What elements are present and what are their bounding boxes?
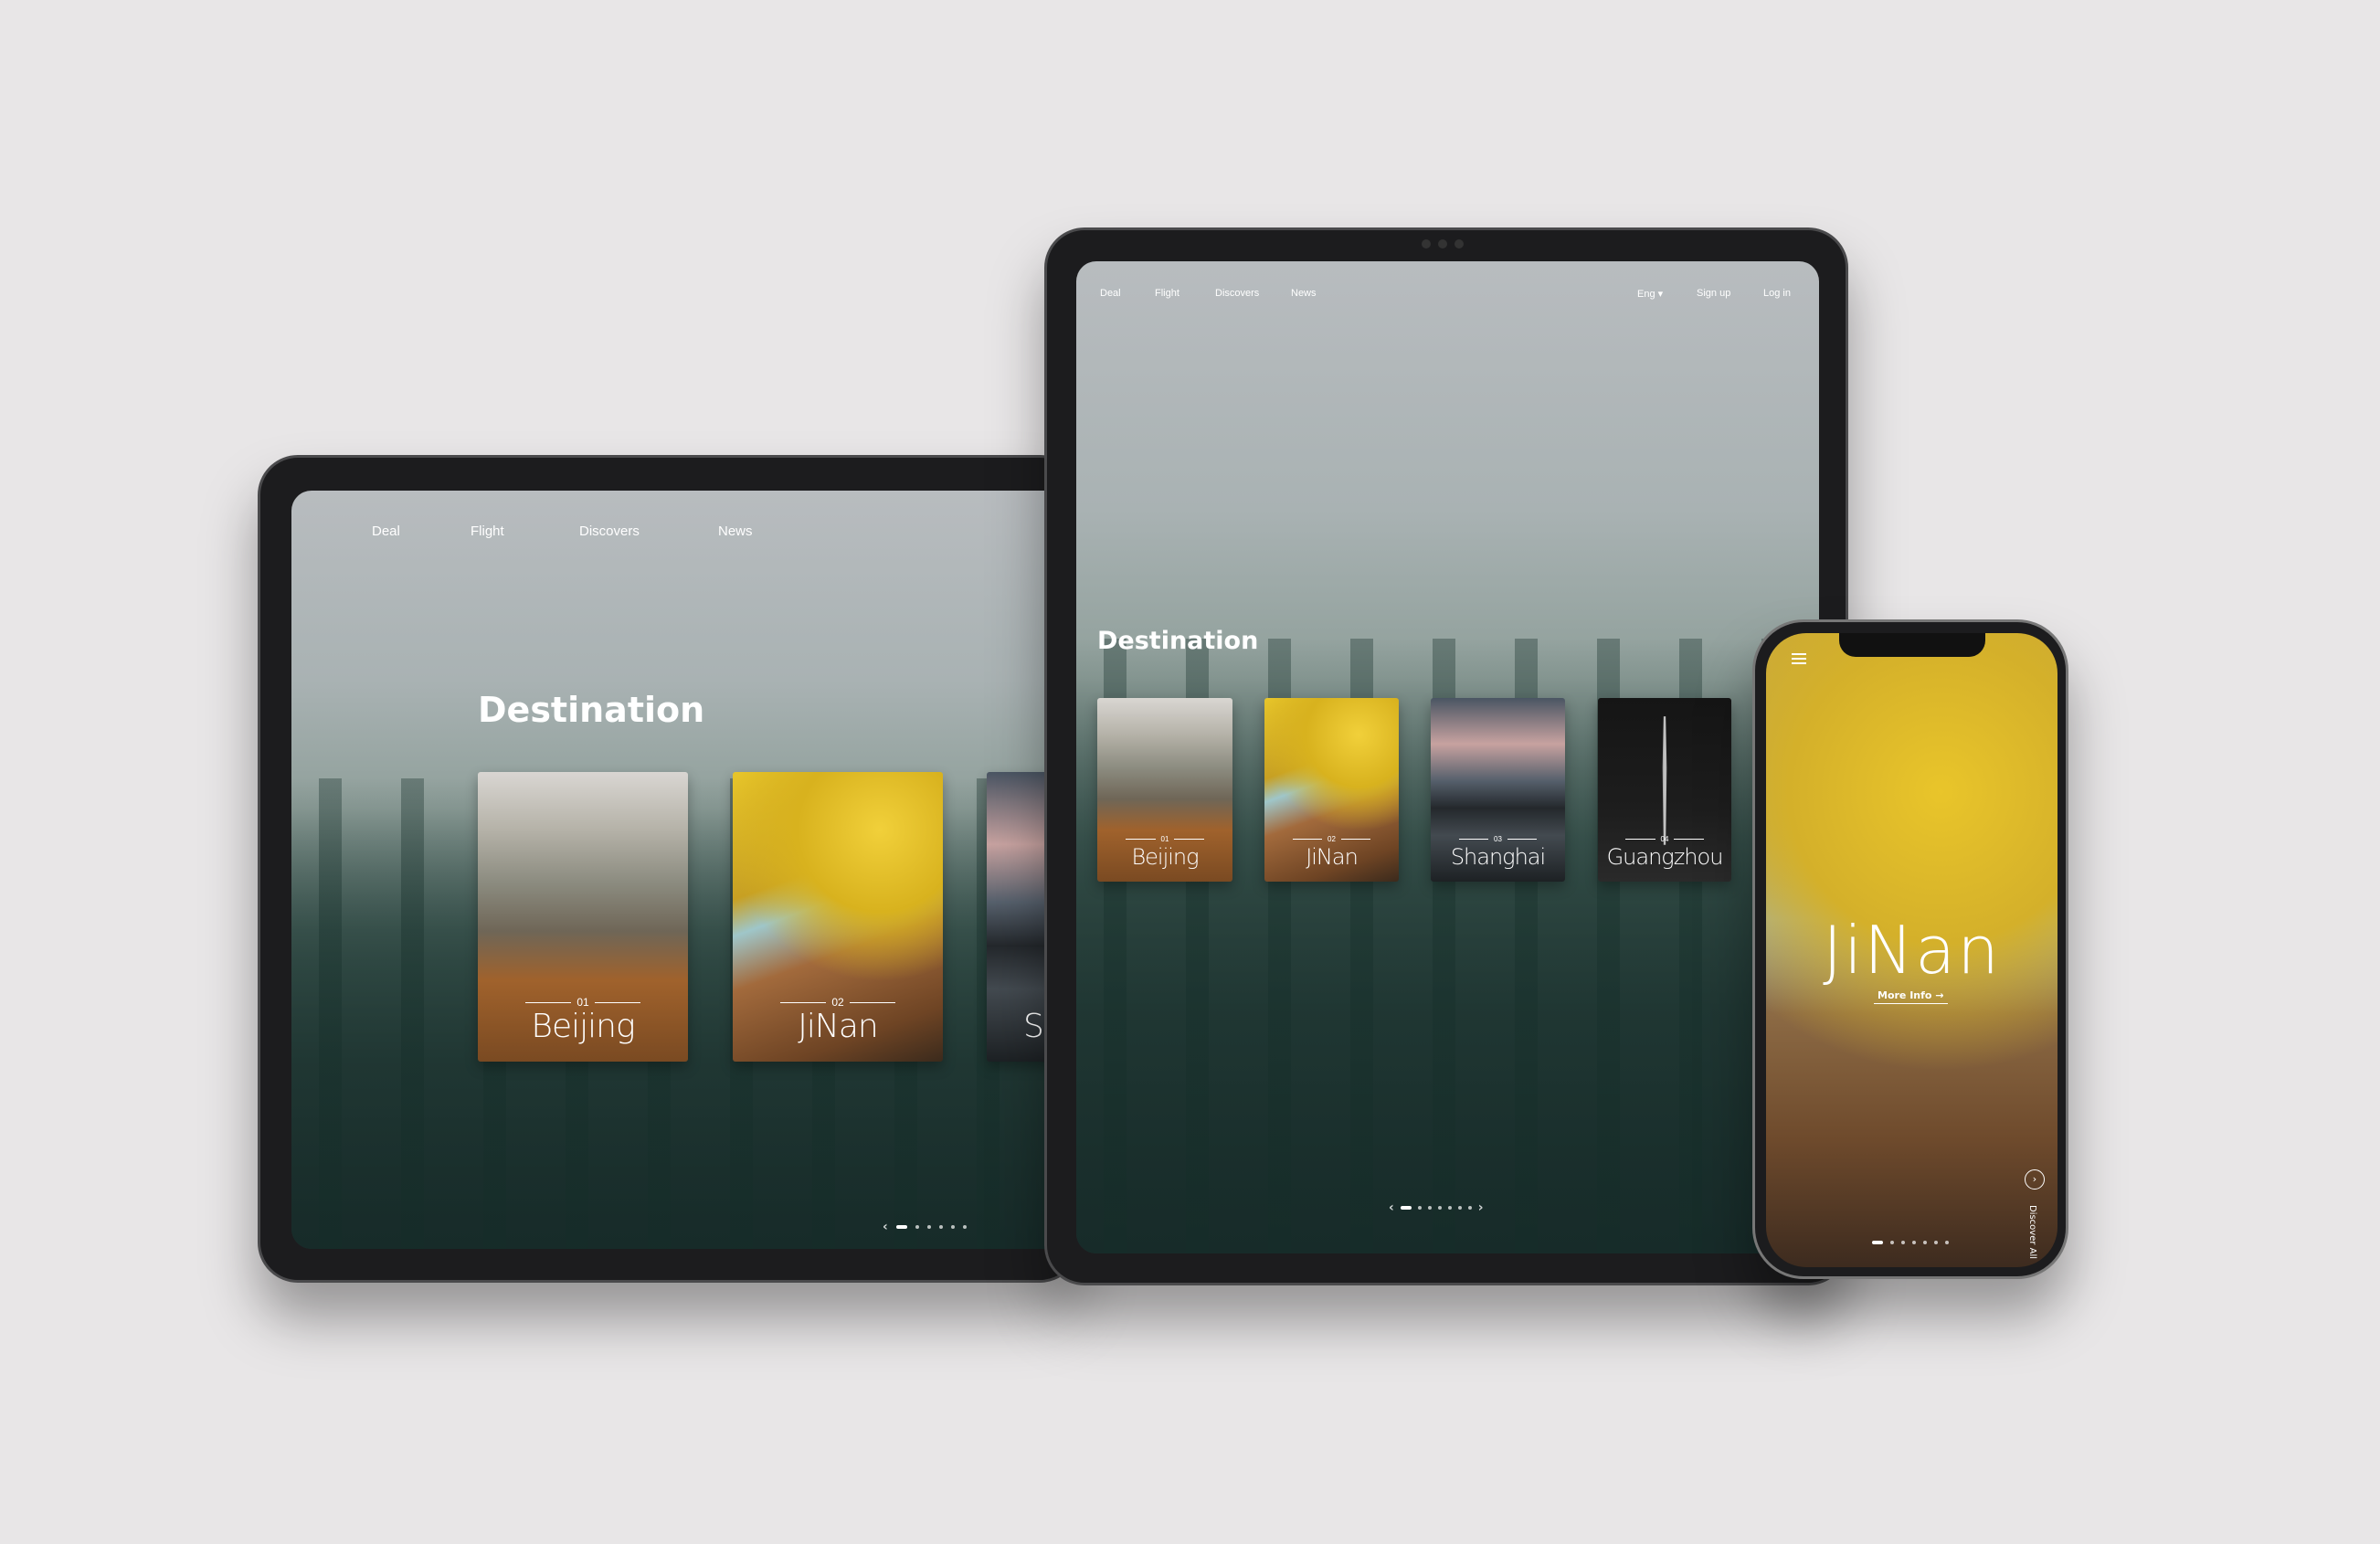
destination-card-guangzhou[interactable]: 04 Guangzhou: [1598, 698, 1731, 882]
card-city: Beijing: [531, 1008, 635, 1045]
nav-news[interactable]: News: [1291, 288, 1317, 299]
notch: [1839, 633, 1985, 657]
card-number: 01: [478, 996, 688, 1009]
nav-discovers[interactable]: Discovers: [1215, 288, 1259, 299]
nav-news[interactable]: News: [718, 523, 753, 539]
destination-card-shanghai[interactable]: 03 Shanghai: [1431, 698, 1565, 882]
pager-dot[interactable]: [1901, 1241, 1905, 1244]
pager-dot[interactable]: [1890, 1241, 1894, 1244]
phone-screen: JiNan More Info → › Discover All: [1766, 633, 2057, 1267]
pager-dot[interactable]: [1923, 1241, 1927, 1244]
nav-deal[interactable]: Deal: [372, 523, 400, 539]
pager-dot[interactable]: [1457, 1206, 1462, 1210]
language-dropdown[interactable]: Eng ▾: [1637, 288, 1663, 300]
prev-arrow[interactable]: ‹: [883, 1220, 888, 1234]
nav-deal[interactable]: Deal: [1100, 288, 1121, 299]
carousel-pager[interactable]: ‹ ›: [1389, 1200, 1484, 1215]
carousel-pager[interactable]: ‹: [883, 1220, 967, 1234]
card-number: 02: [1264, 835, 1399, 843]
pager-dot[interactable]: [926, 1225, 931, 1229]
pager-dot[interactable]: [1437, 1206, 1442, 1210]
login-link[interactable]: Log in: [1763, 288, 1791, 299]
pager-dot[interactable]: [1417, 1206, 1422, 1210]
card-city: Shanghai: [1450, 844, 1546, 870]
carousel-pager[interactable]: [1872, 1241, 1949, 1244]
nav-flight[interactable]: Flight: [471, 523, 504, 539]
prev-arrow[interactable]: ‹: [1389, 1200, 1394, 1215]
page-title: Destination: [478, 690, 705, 730]
pager-dot[interactable]: [895, 1225, 907, 1229]
card-city: Guangzhou: [1606, 844, 1724, 870]
main-tablet-screen: Deal Flight Discovers News Eng ▾ Sign up…: [1076, 261, 1819, 1253]
hamburger-icon[interactable]: [1792, 653, 1806, 664]
more-info-link[interactable]: More Info →: [1874, 989, 1948, 1004]
camera-icon: [1422, 239, 1476, 249]
pager-dot[interactable]: [1400, 1206, 1412, 1210]
card-number: 01: [1097, 835, 1232, 843]
nav-flight[interactable]: Flight: [1155, 288, 1179, 299]
card-number: 03: [1431, 835, 1565, 843]
tower-image: [1662, 716, 1667, 845]
pager-dot[interactable]: [1945, 1241, 1949, 1244]
left-tablet: Deal Flight Discovers News Destination 0…: [258, 455, 1114, 1283]
destination-card-beijing[interactable]: 01 Beijing: [1097, 698, 1232, 882]
pager-dot[interactable]: [950, 1225, 955, 1229]
pager-dot[interactable]: [1872, 1241, 1883, 1244]
page-title: Destination: [1097, 627, 1259, 655]
pager-dot[interactable]: [1427, 1206, 1432, 1210]
left-tablet-screen: Deal Flight Discovers News Destination 0…: [291, 491, 1114, 1249]
pager-dot[interactable]: [1467, 1206, 1472, 1210]
pager-dot[interactable]: [915, 1225, 919, 1229]
card-city: Beijing: [1131, 844, 1199, 870]
card-city: JiNan: [798, 1008, 878, 1045]
chevron-right-icon[interactable]: ›: [2025, 1169, 2045, 1190]
card-city: JiNan: [1306, 844, 1359, 870]
city-title: JiNan: [1823, 912, 2001, 989]
card-number: 04: [1598, 835, 1731, 843]
destination-card-jinan[interactable]: 02 JiNan: [733, 772, 943, 1062]
card-number: 02: [733, 996, 943, 1009]
phone: JiNan More Info → › Discover All: [1752, 619, 2068, 1279]
signup-link[interactable]: Sign up: [1697, 288, 1730, 299]
destination-card-jinan[interactable]: 02 JiNan: [1264, 698, 1399, 882]
main-tablet: Deal Flight Discovers News Eng ▾ Sign up…: [1044, 227, 1848, 1285]
pager-dot[interactable]: [938, 1225, 943, 1229]
destination-card-beijing[interactable]: 01 Beijing: [478, 772, 688, 1062]
nav-discovers[interactable]: Discovers: [579, 523, 640, 539]
pager-dot[interactable]: [1934, 1241, 1938, 1244]
pager-dot[interactable]: [962, 1225, 967, 1229]
pager-dot[interactable]: [1447, 1206, 1452, 1210]
pager-dot[interactable]: [1912, 1241, 1916, 1244]
next-arrow[interactable]: ›: [1478, 1200, 1484, 1215]
discover-all-link[interactable]: Discover All: [2027, 1205, 2037, 1259]
